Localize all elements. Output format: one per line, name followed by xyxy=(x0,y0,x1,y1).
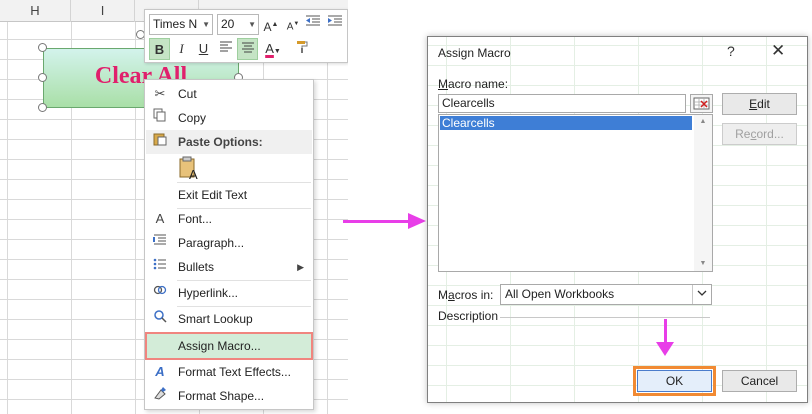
edit-button[interactable]: Edit xyxy=(722,93,797,115)
dialog-title: Assign Macro xyxy=(438,46,511,60)
chevron-down-icon: ▼ xyxy=(248,20,256,29)
menu-item-bullets[interactable]: Bullets ▶ xyxy=(146,255,312,279)
grow-font-icon[interactable]: A▲ xyxy=(261,14,281,35)
menu-item-label: Assign Macro... xyxy=(178,339,261,353)
macro-list-scrollbar[interactable]: ▲ ▼ xyxy=(694,114,713,272)
menu-item-smart-lookup[interactable]: Smart Lookup xyxy=(146,307,312,331)
macro-name-label: Macro name: xyxy=(438,77,509,91)
font-size-box[interactable]: 20 ▼ xyxy=(217,14,259,35)
annotation-arrow-down-head xyxy=(656,342,674,356)
align-center-button[interactable] xyxy=(237,38,258,60)
description-divider xyxy=(500,317,710,318)
menu-item-assign-macro[interactable]: Assign Macro... xyxy=(145,332,313,360)
macros-in-select[interactable]: All Open Workbooks xyxy=(500,284,712,305)
chevron-down-icon: ▼ xyxy=(202,20,210,29)
scroll-down-icon[interactable]: ▼ xyxy=(694,257,712,271)
font-name-box[interactable]: Times N ▼ xyxy=(149,14,213,35)
record-button[interactable]: Record... xyxy=(722,123,797,145)
collapse-dialog-button[interactable] xyxy=(690,94,713,113)
macros-in-label: Macros in: xyxy=(438,288,494,302)
svg-text:A: A xyxy=(189,167,198,182)
clipboard-icon xyxy=(150,130,170,154)
annotation-arrow-right-head xyxy=(408,213,426,229)
menu-item-cut[interactable]: ✂ Cut xyxy=(146,82,312,106)
macros-in-value: All Open Workbooks xyxy=(505,287,615,301)
align-left-button[interactable] xyxy=(215,38,236,60)
underline-button[interactable]: U xyxy=(193,38,214,60)
menu-item-label: Paragraph... xyxy=(178,236,245,250)
menu-item-copy[interactable]: Copy xyxy=(146,106,312,130)
resize-handle-top-left[interactable] xyxy=(38,43,47,52)
font-name-value: Times N xyxy=(153,17,198,31)
italic-button[interactable]: I xyxy=(171,38,192,60)
copy-icon xyxy=(150,106,170,130)
menu-item-label: Font... xyxy=(178,212,213,226)
format-painter-icon[interactable] xyxy=(291,38,312,60)
scissors-icon: ✂ xyxy=(154,86,166,101)
font-color-button[interactable]: A▼ xyxy=(260,38,286,60)
column-header-h[interactable]: H xyxy=(0,0,71,22)
resize-handle-bottom-left[interactable] xyxy=(38,103,47,112)
outdent-icon[interactable] xyxy=(303,14,323,35)
column-header-i[interactable]: I xyxy=(71,0,135,22)
menu-item-format-shape[interactable]: Format Shape... xyxy=(146,384,312,408)
mini-toolbar: Times N ▼ 20 ▼ A▲ A▼ B I U A▼ xyxy=(144,9,348,63)
close-icon[interactable]: ✕ xyxy=(771,41,785,61)
resize-handle-left[interactable] xyxy=(38,73,47,82)
search-icon xyxy=(150,307,170,331)
description-label: Description xyxy=(438,309,499,323)
ok-button[interactable]: OK xyxy=(633,366,716,396)
context-menu: ✂ Cut Copy Paste Options: A Exit Edit Te… xyxy=(144,79,314,410)
paste-keep-text-only-icon[interactable]: A xyxy=(177,156,203,182)
menu-item-format-text-effects[interactable]: A Format Text Effects... xyxy=(146,360,312,384)
menu-item-label: Hyperlink... xyxy=(178,286,239,300)
range-select-icon xyxy=(693,97,710,110)
paragraph-icon xyxy=(150,231,170,255)
menu-item-paragraph[interactable]: Paragraph... xyxy=(146,231,312,255)
menu-item-label: Exit Edit Text xyxy=(178,188,248,202)
assign-macro-dialog: Assign Macro ? ✕ Macro name: Clearcells … xyxy=(427,36,808,403)
macro-name-input[interactable]: Clearcells xyxy=(438,94,686,113)
menu-item-label: Cut xyxy=(178,87,197,101)
menu-item-label: Paste Options: xyxy=(178,135,263,149)
list-item[interactable]: Clearcells xyxy=(440,116,692,130)
cancel-button[interactable]: Cancel xyxy=(722,370,797,392)
submenu-arrow-icon: ▶ xyxy=(297,262,304,272)
link-icon xyxy=(150,281,170,305)
menu-item-exit-edit-text[interactable]: Exit Edit Text xyxy=(146,183,312,207)
text-effects-icon: A xyxy=(155,364,165,379)
spreadsheet: H I Clear All Times N ▼ 20 ▼ A▲ A▼ B I U xyxy=(0,0,348,414)
shrink-font-icon[interactable]: A▼ xyxy=(283,14,303,35)
annotation-arrow-right xyxy=(343,220,411,223)
menu-item-label: Format Text Effects... xyxy=(178,365,291,379)
menu-item-label: Bullets xyxy=(178,260,215,274)
scroll-up-icon[interactable]: ▲ xyxy=(694,115,712,129)
indent-icon[interactable] xyxy=(325,14,345,35)
menu-item-font[interactable]: A Font... xyxy=(146,207,312,231)
menu-item-label: Format Shape... xyxy=(178,389,265,403)
font-icon: A xyxy=(155,211,165,226)
format-shape-icon xyxy=(150,384,170,408)
menu-item-label: Copy xyxy=(178,111,207,125)
help-button[interactable]: ? xyxy=(727,43,735,59)
font-size-value: 20 xyxy=(221,17,235,31)
chevron-down-icon[interactable] xyxy=(692,285,711,304)
menu-item-label: Smart Lookup xyxy=(178,312,253,326)
menu-item-hyperlink[interactable]: Hyperlink... xyxy=(146,281,312,305)
macro-list[interactable]: Clearcells xyxy=(438,114,696,272)
bullets-icon xyxy=(150,255,170,279)
menu-header-paste-options: Paste Options: xyxy=(146,130,312,154)
bold-button[interactable]: B xyxy=(149,38,170,60)
